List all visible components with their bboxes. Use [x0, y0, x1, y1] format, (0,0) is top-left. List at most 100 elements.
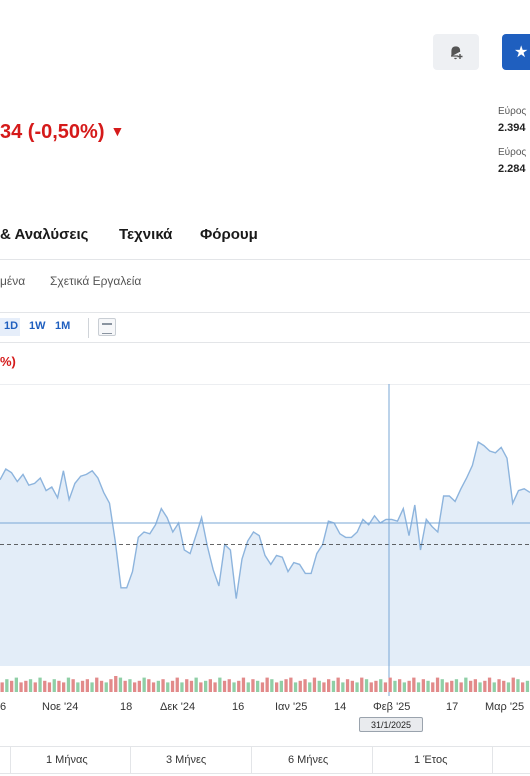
volume-bar: [28, 679, 33, 692]
range-separator: [251, 746, 252, 774]
volume-bar: [241, 677, 246, 692]
volume-bar: [369, 682, 373, 692]
volume-bar: [62, 682, 66, 692]
volume-bar: [90, 682, 94, 692]
x-axis-label: Νοε '24: [42, 701, 79, 713]
timeframe-1d[interactable]: 1D: [4, 320, 18, 332]
range-1-year[interactable]: 1 Έτος: [414, 754, 447, 766]
toolbar-separator: [88, 318, 89, 338]
x-axis-label: Φεβ '25: [373, 701, 411, 713]
star-icon: ★: [514, 44, 529, 61]
volume-bar: [459, 682, 463, 692]
volume-bar: [511, 677, 515, 692]
volume-bar: [388, 677, 392, 692]
volume-bar: [350, 680, 354, 692]
volume-bar: [123, 680, 127, 692]
volume-bar: [189, 680, 194, 692]
tab-forum-label: Φόρουμ: [200, 226, 258, 243]
x-axis-label: 14: [334, 701, 347, 713]
volume-bar: [232, 682, 236, 692]
volume-bar: [99, 680, 104, 692]
volume-bar: [104, 682, 108, 692]
price-chart[interactable]: [0, 384, 530, 696]
volume-bar: [487, 677, 492, 692]
volume-bar: [469, 680, 473, 692]
volume-bar: [440, 679, 444, 692]
volume-bar: [33, 682, 37, 692]
tab-analyses[interactable]: & Αναλύσεις: [0, 226, 88, 244]
add-to-watchlist-button[interactable]: ★: [502, 34, 530, 70]
volume-bar: [199, 682, 203, 692]
volume-bar: [213, 682, 217, 692]
volume-bar: [38, 677, 42, 692]
volume-bar: [355, 682, 359, 692]
volume-bar: [298, 680, 302, 692]
volume-bar: [80, 680, 85, 692]
volume-bar: [76, 682, 80, 692]
volume-bar: [360, 677, 364, 692]
volume-bar: [151, 682, 156, 692]
volume-bar: [426, 680, 430, 692]
volume-bar: [14, 677, 18, 692]
volume-bar: [450, 680, 454, 692]
subtab-related-tools[interactable]: Σχετικά Εργαλεία: [50, 274, 141, 288]
tab-forum[interactable]: Φόρουμ: [200, 226, 258, 244]
volume-bar: [0, 682, 4, 692]
volume-bar: [331, 680, 336, 692]
volume-bar: [218, 677, 222, 692]
x-axis-label: Ιαν '25: [275, 701, 308, 713]
tab-analyses-label: & Αναλύσεις: [0, 226, 89, 243]
volume-bar: [497, 679, 501, 692]
volume-bar: [256, 680, 260, 692]
volume-bar: [237, 680, 241, 692]
volume-bar: [57, 680, 61, 692]
x-axis-label: 17: [446, 701, 459, 713]
volume-bar: [398, 679, 402, 692]
volume-bar: [308, 682, 312, 692]
volume-bar: [341, 682, 345, 692]
volume-bar: [317, 680, 321, 692]
volume-bar: [95, 677, 99, 692]
volume-bar: [109, 679, 113, 692]
x-axis-label: Μαρ '25: [485, 701, 525, 713]
volume-bar: [265, 677, 269, 692]
volume-bar: [464, 677, 468, 692]
volume-bar: [118, 677, 123, 692]
subtab-data[interactable]: μένα: [0, 274, 25, 288]
volume-bar: [431, 682, 435, 692]
price-change: 34 (-0,50%) ▼: [0, 121, 124, 144]
tab-technical[interactable]: Τεχνικά: [119, 226, 172, 244]
range-1-month[interactable]: 1 Μήνας: [46, 754, 88, 766]
tab-technical-label: Τεχνικά: [119, 226, 173, 243]
range-value-1: 2.394: [498, 122, 526, 134]
volume-bar: [492, 682, 496, 692]
volume-bar: [222, 680, 227, 692]
volume-bar: [445, 682, 449, 692]
chart-change-percent: %): [0, 354, 16, 369]
timeframe-1w[interactable]: 1W: [29, 320, 46, 332]
volume-bar: [260, 682, 265, 692]
volume-bar: [43, 680, 47, 692]
range-separator: [492, 746, 493, 774]
volume-bar: [407, 680, 411, 692]
volume-bar: [435, 677, 440, 692]
range-3-months[interactable]: 3 Μήνες: [166, 754, 206, 766]
volume-bar: [416, 682, 421, 692]
x-axis-label: Δεκ '24: [160, 701, 196, 713]
alert-button[interactable]: [433, 34, 479, 70]
volume-bar: [208, 679, 212, 692]
chart-settings-icon[interactable]: [98, 318, 116, 336]
range-6-months[interactable]: 6 Μήνες: [288, 754, 328, 766]
timeframe-1m[interactable]: 1M: [55, 320, 70, 332]
volume-bar: [402, 682, 406, 692]
volume-bar: [19, 682, 23, 692]
volume-bar: [279, 680, 283, 692]
range-label-1: Εύρος: [498, 106, 527, 117]
subtabs-divider: [0, 312, 530, 313]
volume-bar: [71, 679, 75, 692]
volume-bar: [521, 682, 525, 692]
volume-bar: [170, 680, 175, 692]
x-axis-label: 18: [120, 701, 133, 713]
volume-bar: [147, 679, 151, 692]
volume-bar: [478, 682, 482, 692]
